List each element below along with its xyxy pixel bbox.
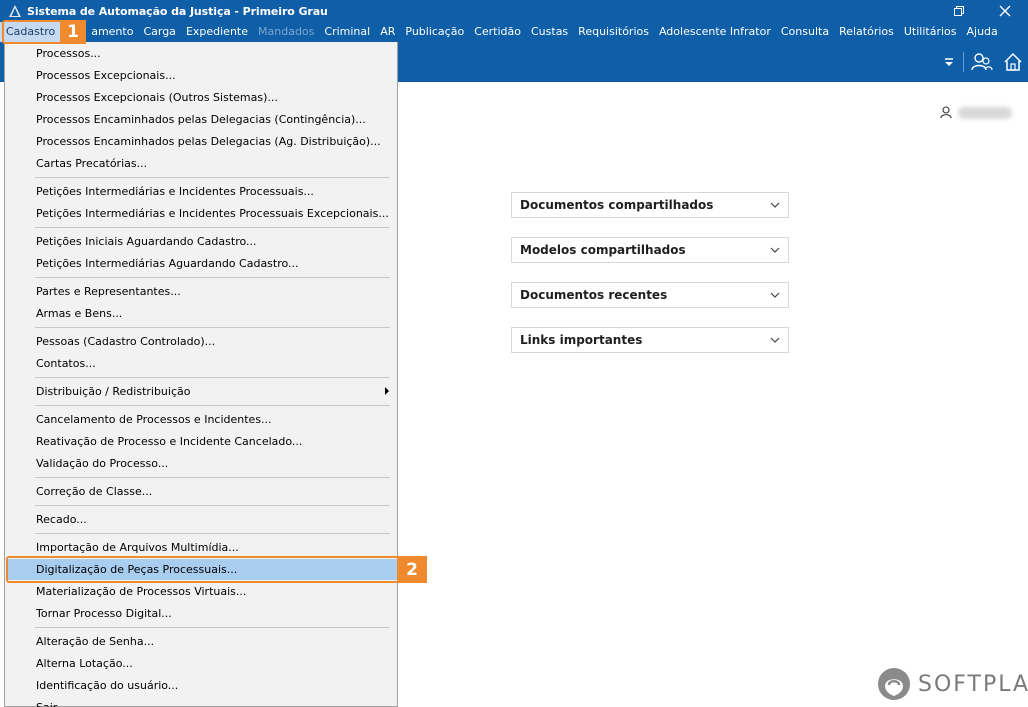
menuitem-peticoes-intermediarias-aguardando[interactable]: Petições Intermediárias Aguardando Cadas…: [36, 255, 299, 273]
panel-title: Links importantes: [520, 333, 643, 347]
callout-box-step2: [6, 556, 427, 583]
restore-icon: [954, 6, 964, 16]
toolbar-separator: [963, 52, 964, 72]
menuitem-partes-representantes[interactable]: Partes e Representantes...: [36, 283, 181, 301]
menu-utilitarios[interactable]: Utilitários: [899, 22, 962, 42]
cadastro-dropdown-menu: Processos... Processos Excepcionais... P…: [4, 42, 399, 707]
chevron-down-icon: [770, 202, 780, 208]
menu-separator: [35, 405, 390, 406]
window-title: Sistema de Automação da Justiça - Primei…: [27, 4, 328, 18]
home-button[interactable]: [1002, 51, 1024, 73]
menu-separator: [35, 533, 390, 534]
panel-documentos-recentes[interactable]: Documentos recentes: [511, 282, 789, 308]
users-button[interactable]: [971, 51, 993, 73]
menu-separator: [35, 477, 390, 478]
menu-separator: [35, 327, 390, 328]
chevron-down-icon: [770, 247, 780, 253]
menuitem-recado[interactable]: Recado...: [36, 511, 87, 529]
chevron-down-icon: [770, 292, 780, 298]
menuitem-processos-excepcionais-outros[interactable]: Processos Excepcionais (Outros Sistemas)…: [36, 89, 278, 107]
menuitem-processos-excepcionais[interactable]: Processos Excepcionais...: [36, 67, 176, 85]
menu-ajuda[interactable]: Ajuda: [962, 22, 1003, 42]
menuitem-materializacao[interactable]: Materialização de Processos Virtuais...: [36, 583, 246, 601]
menu-criminal[interactable]: Criminal: [319, 22, 375, 42]
menu-adolescente-infrator[interactable]: Adolescente Infrator: [654, 22, 776, 42]
home-icon: [1004, 52, 1022, 71]
menu-mandados: Mandados: [258, 25, 315, 38]
user-indicator: [940, 106, 1012, 119]
menuitem-contatos[interactable]: Contatos...: [36, 355, 96, 373]
user-icon: [940, 106, 952, 119]
menuitem-peticoes-intermediarias[interactable]: Petições Intermediárias e Incidentes Pro…: [36, 183, 314, 201]
step-badge-1: 1: [60, 20, 86, 44]
menuitem-importacao-multimidia[interactable]: Importação de Arquivos Multimídia...: [36, 539, 239, 557]
menuitem-sair[interactable]: Sair: [36, 699, 57, 707]
menu-separator: [35, 177, 390, 178]
menuitem-tornar-digital[interactable]: Tornar Processo Digital...: [36, 605, 172, 623]
users-icon: [971, 53, 993, 71]
menu-ar[interactable]: AR: [375, 22, 400, 42]
panel-title: Documentos compartilhados: [520, 198, 714, 212]
step-badge-2: 2: [397, 556, 427, 583]
filter-dropdown-button[interactable]: [938, 51, 960, 73]
menuitem-identificacao-usuario[interactable]: Identificação do usuário...: [36, 677, 178, 695]
panel-links-importantes[interactable]: Links importantes: [511, 327, 789, 353]
menu-expediente[interactable]: Expediente: [181, 22, 253, 42]
softplan-logo-icon: [878, 668, 910, 700]
panel-title: Documentos recentes: [520, 288, 668, 302]
panel-modelos-compartilhados[interactable]: Modelos compartilhados: [511, 237, 789, 263]
menu-consulta[interactable]: Consulta: [776, 22, 834, 42]
panel-title: Modelos compartilhados: [520, 243, 686, 257]
menu-carga[interactable]: Carga: [138, 22, 180, 42]
menuitem-correcao-classe[interactable]: Correção de Classe...: [36, 483, 152, 501]
menuitem-cancelamento[interactable]: Cancelamento de Processos e Incidentes..…: [36, 411, 272, 429]
panel-documentos-compartilhados[interactable]: Documentos compartilhados: [511, 192, 789, 218]
menuitem-encaminhados-distribuicao[interactable]: Processos Encaminhados pelas Delegacias …: [36, 133, 381, 151]
menu-andamento[interactable]: amento: [86, 22, 138, 42]
menuitem-cartas-precatorias[interactable]: Cartas Precatórias...: [36, 155, 147, 173]
menuitem-encaminhados-contingencia[interactable]: Processos Encaminhados pelas Delegacias …: [36, 111, 366, 129]
menu-certidao[interactable]: Certidão: [469, 22, 526, 42]
menu-separator: [35, 627, 390, 628]
menu-requisitorios[interactable]: Requisitórios: [573, 22, 654, 42]
restore-button[interactable]: [936, 0, 982, 22]
chevron-down-icon: [770, 337, 780, 343]
menu-separator: [35, 227, 390, 228]
menuitem-distribuicao[interactable]: Distribuição / Redistribuição: [36, 383, 190, 401]
user-name-blurred: [958, 106, 1012, 119]
menuitem-armas-bens[interactable]: Armas e Bens...: [36, 305, 122, 323]
menu-publicacao[interactable]: Publicação: [400, 22, 469, 42]
close-icon: [999, 5, 1011, 17]
close-button[interactable]: [982, 0, 1028, 22]
menuitem-processos[interactable]: Processos...: [36, 45, 101, 63]
menu-custas[interactable]: Custas: [526, 22, 573, 42]
menuitem-alterna-lotacao[interactable]: Alterna Lotação...: [36, 655, 133, 673]
menu-separator: [35, 277, 390, 278]
app-logo-icon: [9, 5, 21, 17]
menu-relatorios[interactable]: Relatórios: [834, 22, 899, 42]
menuitem-peticoes-iniciais-aguardando[interactable]: Petições Iniciais Aguardando Cadastro...: [36, 233, 257, 251]
menuitem-validacao[interactable]: Validação do Processo...: [36, 455, 168, 473]
menu-separator: [35, 377, 390, 378]
menuitem-pessoas[interactable]: Pessoas (Cadastro Controlado)...: [36, 333, 215, 351]
softplan-logo-text: SOFTPLAN: [918, 671, 1028, 697]
title-bar: Sistema de Automação da Justiça - Primei…: [0, 0, 1028, 22]
menuitem-peticoes-intermediarias-excepcionais[interactable]: Petições Intermediárias e Incidentes Pro…: [36, 205, 389, 223]
menuitem-alteracao-senha[interactable]: Alteração de Senha...: [36, 633, 154, 651]
filter-down-icon: [945, 58, 953, 66]
menuitem-reativacao[interactable]: Reativação de Processo e Incidente Cance…: [36, 433, 302, 451]
menu-separator: [35, 505, 390, 506]
softplan-logo: SOFTPLAN: [876, 666, 1028, 702]
menu-bar: Cadastro amento Carga Expediente Mandado…: [0, 22, 1028, 42]
submenu-arrow-icon: [385, 387, 389, 395]
